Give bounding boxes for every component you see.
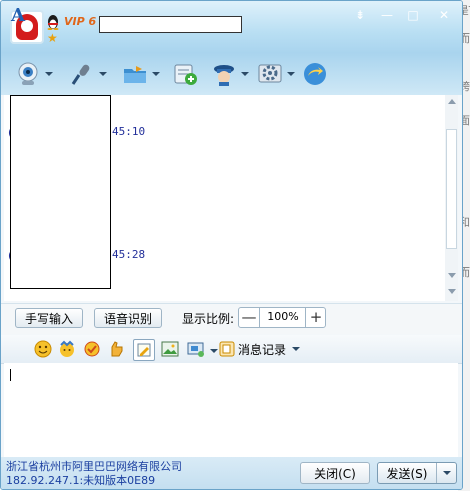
pin-button[interactable]: ⇟ [350,7,370,23]
title-bar[interactable]: VIP 6 ★ ⇟ — □ ✕ [1,1,462,53]
text-cursor [10,369,11,381]
voice-recognition-button[interactable]: 语音识别 [94,308,162,328]
zoom-value: 100% [267,310,299,323]
agent-icon [211,61,237,87]
font-icon[interactable]: A [9,5,27,26]
video-call-button[interactable] [15,61,53,87]
message-input[interactable] [4,363,458,457]
chat-window: VIP 6 ★ ⇟ — □ ✕ 45:10 45:28 手写输入 语音识别 显示… [0,0,463,490]
zoom-out-button[interactable]: — [239,308,260,327]
send-file-button[interactable] [122,61,160,87]
magic-emoticon-icon[interactable] [58,340,76,358]
gear-icon [257,61,283,87]
send-button[interactable]: 发送(S) [378,463,437,483]
chevron-down-icon[interactable] [45,72,53,76]
message-log-icon [219,341,235,357]
zoom-control: — 100% + [238,307,326,328]
message-log-label: 消息记录 [238,342,287,357]
chevron-down-icon[interactable] [152,72,160,76]
handwrite-input-button[interactable]: 手写输入 [15,308,83,328]
close-window-button[interactable]: ✕ [434,7,454,23]
chevron-down-icon[interactable] [99,72,107,76]
close-button[interactable]: 关闭(C) [300,462,370,484]
qq-penguin-icon [47,15,59,30]
settings-button[interactable] [257,61,295,87]
voice-call-button[interactable] [69,61,107,87]
scroll-down-icon[interactable] [448,273,456,278]
vip-badge: VIP 6 [64,15,97,28]
location-text: 浙江省杭州市阿里巴巴网络有限公司 [6,460,182,473]
chevron-down-icon[interactable] [241,72,249,76]
folder-icon [122,61,148,87]
star-level-icon: ★ [47,31,58,45]
message-time: 45:28 [112,248,146,261]
edit-icon[interactable] [133,339,155,361]
ip-version-text: 182.92.247.1:未知版本0E89 [6,474,156,487]
redacted-message-area [10,95,111,289]
scroll-up-icon[interactable] [448,99,456,104]
screenshot-icon[interactable] [187,340,205,358]
message-log-button[interactable]: 消息记录 [219,339,301,359]
chevron-down-icon [442,471,451,475]
add-app-icon [172,61,198,87]
message-time: 45:10 [112,125,146,138]
contact-name-redacted [99,16,242,33]
scroll-thumb[interactable] [446,129,457,249]
chevron-down-icon[interactable] [210,349,218,353]
contact-location: 浙江省杭州市阿里巴巴网络有限公司 182.92.247.1:未知版本0E89 [6,460,182,488]
remote-assist-button[interactable] [211,61,249,87]
send-options-dropdown[interactable] [437,463,456,483]
zoom-label: 显示比例: [182,312,235,326]
minimize-button[interactable]: — [377,7,397,23]
zoom-in-button[interactable]: + [305,308,326,327]
microphone-icon [69,61,95,87]
webcam-icon [15,61,41,87]
maximize-button[interactable]: □ [403,7,423,23]
scroll-bottom-icon[interactable] [448,289,456,294]
share-icon [302,61,328,87]
scribble-icon[interactable] [83,340,101,358]
add-app-button[interactable] [172,61,198,87]
emoji-icon[interactable] [34,340,52,358]
send-button-group: 发送(S) [377,462,457,484]
chevron-down-icon[interactable] [292,347,301,351]
chat-scrollbar[interactable] [445,95,458,301]
shake-icon[interactable] [107,340,125,358]
share-button[interactable] [302,61,328,87]
image-icon[interactable] [161,340,179,358]
chevron-down-icon[interactable] [287,72,295,76]
main-toolbar [1,53,462,95]
